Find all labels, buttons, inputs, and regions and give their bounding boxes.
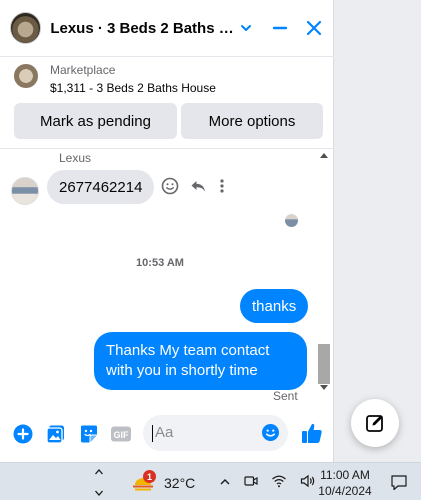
weather-icon: 1 [131, 470, 156, 493]
sent-message[interactable]: Thanks My team contact with you in short… [94, 332, 307, 390]
message-timestamp: 10:53 AM [136, 257, 184, 269]
marketplace-label: Marketplace [50, 63, 116, 77]
system-tray [219, 474, 316, 493]
received-message[interactable]: 2677462214 [47, 170, 155, 204]
emoji-icon[interactable] [261, 423, 280, 447]
chevron-down-icon[interactable] [236, 18, 256, 38]
listing-avatar[interactable] [10, 12, 42, 44]
scroll-up-arrow-icon[interactable] [320, 153, 328, 158]
show-hidden-icons-icon[interactable] [219, 475, 231, 493]
close-icon[interactable] [304, 18, 324, 38]
chat-header[interactable]: Lexus · 3 Beds 2 Baths Ho... [0, 0, 334, 57]
compose-icon [366, 415, 383, 432]
windows-taskbar: 1 32°C 11:00 AM 10/4/2024 [0, 462, 421, 500]
minimize-icon[interactable] [270, 18, 290, 38]
temperature: 32°C [164, 475, 196, 491]
taskbar-scroll[interactable] [94, 465, 104, 499]
sender-name: Lexus [59, 151, 92, 165]
clock-time: 11:00 AM [320, 468, 370, 482]
meet-camera-icon[interactable] [244, 474, 258, 493]
weather-widget[interactable]: 1 32°C [131, 470, 196, 493]
message-scrollbar[interactable] [317, 150, 331, 404]
message-list: Lexus 2677462214 10:53 AM thanks Thanks … [0, 150, 334, 404]
gif-label: GIF [114, 430, 130, 440]
gif-icon[interactable]: GIF [110, 423, 132, 445]
message-composer: GIF Aa [0, 410, 334, 458]
scrollbar-thumb[interactable] [318, 344, 330, 384]
chat-window: Lexus · 3 Beds 2 Baths Ho... Marketplace… [0, 0, 334, 462]
more-options-button[interactable]: More options [181, 103, 323, 139]
clock-date: 10/4/2024 [318, 484, 372, 498]
screen: Lexus · 3 Beds 2 Baths Ho... Marketplace… [0, 0, 421, 500]
message-input-placeholder: Aa [155, 424, 174, 441]
react-emoji-icon[interactable] [161, 177, 179, 200]
message-input[interactable]: Aa [143, 415, 288, 451]
delivery-status: Sent [273, 389, 298, 403]
text-caret [152, 425, 153, 442]
chat-title[interactable]: Lexus · 3 Beds 2 Baths Ho... [50, 20, 236, 37]
more-vertical-icon[interactable] [217, 177, 227, 200]
weather-alert-badge: 1 [143, 470, 156, 483]
message-actions [161, 177, 227, 200]
like-icon[interactable] [300, 421, 322, 443]
scroll-down-arrow-icon[interactable] [320, 385, 328, 390]
sent-message[interactable]: thanks [240, 289, 309, 323]
listing-title[interactable]: $1,311 - 3 Beds 2 Baths House [50, 81, 216, 95]
add-icon[interactable] [12, 423, 34, 445]
sticker-icon[interactable] [78, 423, 100, 445]
volume-icon[interactable] [300, 474, 316, 493]
sender-avatar[interactable] [11, 177, 39, 205]
mark-as-pending-button[interactable]: Mark as pending [14, 103, 177, 139]
notification-center-icon[interactable] [390, 474, 408, 496]
marketplace-card: Marketplace $1,311 - 3 Beds 2 Baths Hous… [0, 57, 334, 149]
reply-icon[interactable] [189, 177, 207, 200]
wifi-icon[interactable] [271, 474, 287, 493]
listing-thumbnail[interactable] [14, 64, 38, 88]
taskbar-clock[interactable]: 11:00 AM 10/4/2024 [317, 467, 373, 499]
photo-icon[interactable] [45, 423, 67, 445]
new-message-button[interactable] [351, 399, 399, 447]
seen-indicator-avatar [285, 214, 298, 227]
